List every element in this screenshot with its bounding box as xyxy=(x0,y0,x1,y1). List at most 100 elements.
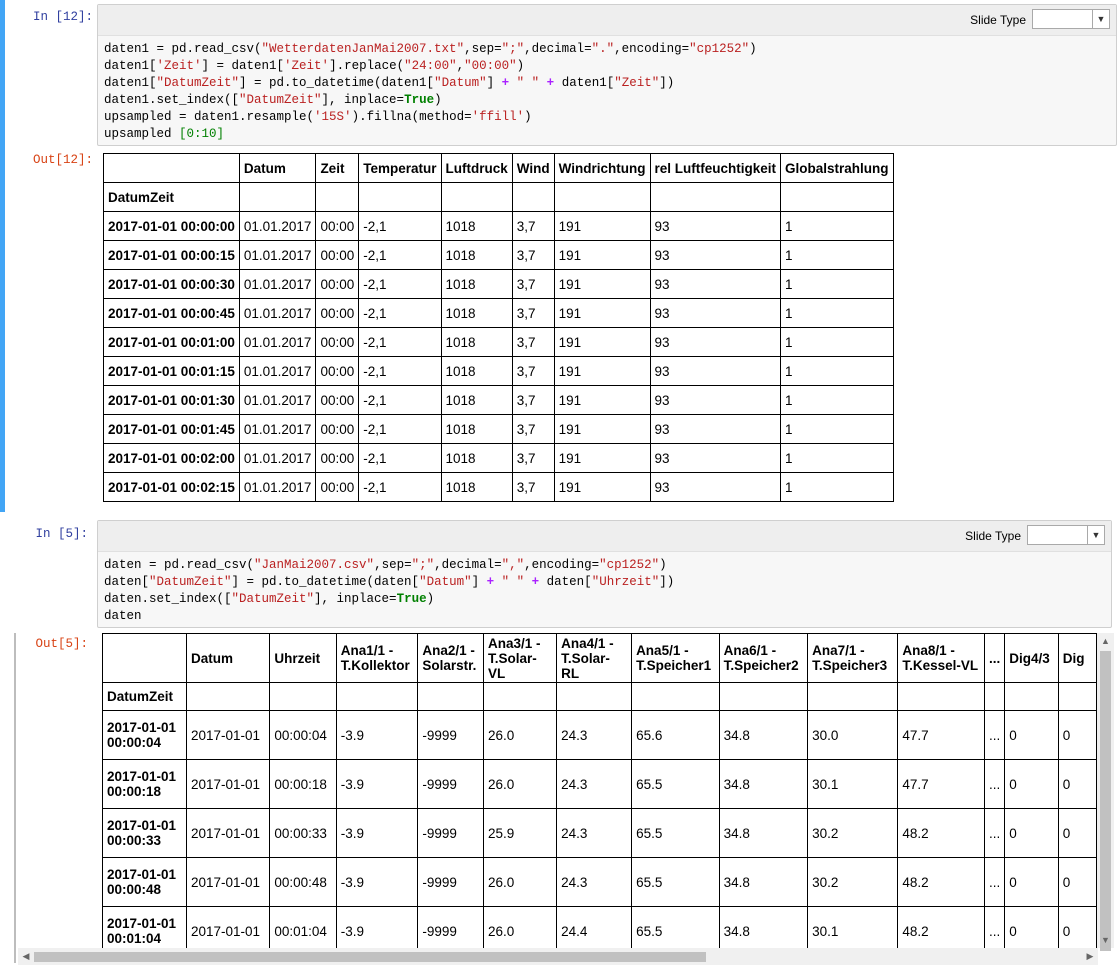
code-input-area[interactable]: Slide Type ▼ daten = pd.read_csv("JanMai… xyxy=(97,520,1112,628)
table-cell: -3.9 xyxy=(335,808,419,858)
code-token: ].replace( xyxy=(329,59,405,73)
table-cell: 93 xyxy=(649,472,782,502)
table-cell: 0 xyxy=(1004,759,1059,809)
row-index: 2017-01-01 00:00:45 xyxy=(103,298,240,328)
code-token: '15S' xyxy=(314,110,352,124)
table-cell: 01.01.2017 xyxy=(238,443,317,473)
index-name: DatumZeit xyxy=(103,182,240,212)
empty-header-cell xyxy=(511,182,555,212)
column-header: Ana8/1 - T.Kessel-VL xyxy=(897,633,986,683)
code-token: "cp1252" xyxy=(689,42,750,56)
chevron-down-icon: ▼ xyxy=(1087,526,1104,544)
table-cell: 34.8 xyxy=(718,906,809,948)
column-header: ... xyxy=(984,633,1006,683)
code-editor[interactable]: daten1 = pd.read_csv("WetterdatenJanMai2… xyxy=(104,41,1110,143)
slide-type-select[interactable]: ▼ xyxy=(1032,9,1110,29)
table-cell: 00:00 xyxy=(315,443,360,473)
scroll-up-icon[interactable]: ▲ xyxy=(1097,633,1114,649)
empty-header-cell xyxy=(417,682,484,711)
column-header: Windrichtung xyxy=(553,153,651,183)
code-token: daten[ xyxy=(104,575,150,589)
code-token: daten.set_index([ xyxy=(104,592,232,606)
column-header: Ana5/1 - T.Speicher1 xyxy=(631,633,720,683)
code-token: ], inplace= xyxy=(314,592,397,606)
table-cell: 26.0 xyxy=(482,906,558,948)
output-prompt: Out[12]: xyxy=(32,153,93,167)
table-cell: 26.0 xyxy=(482,710,558,760)
table-cell: 93 xyxy=(649,356,782,386)
table-row: 2017-01-01 00:01:45 01.01.2017 00:00 -2,1 10… xyxy=(103,414,894,444)
code-token: "Uhrzeit" xyxy=(591,575,660,589)
table-cell: 00:01:04 xyxy=(269,906,337,948)
code-token: ] xyxy=(486,76,502,90)
index-name: DatumZeit xyxy=(102,682,187,711)
table-cell: 191 xyxy=(553,472,651,502)
code-token: 'Zeit' xyxy=(284,59,330,73)
output-scroll-area[interactable]: Datum Uhrzeit Ana1/1 - T.Kollektor Ana2/1 -… xyxy=(102,633,1097,948)
code-token: "DatumZeit" xyxy=(231,592,315,606)
table-cell: 00:00:33 xyxy=(269,808,337,858)
row-index: 2017-01-01 00:00:04 xyxy=(102,710,187,760)
vertical-scrollbar[interactable]: ▲ ▼ xyxy=(1097,633,1114,951)
table-cell: 2017-01-01 xyxy=(185,759,271,809)
table-cell: 01.01.2017 xyxy=(238,356,317,386)
scroll-down-icon[interactable]: ▼ xyxy=(1097,932,1114,948)
table-cell: 00:00 xyxy=(315,298,360,328)
code-line: daten.set_index(["DatumZeit"], inplace=T… xyxy=(104,591,1105,608)
code-token: daten1[ xyxy=(554,76,615,90)
table-cell: 0 xyxy=(1057,857,1097,907)
notebook-cell-12[interactable]: In [12]: Slide Type ▼ daten1 = pd.read_c… xyxy=(0,0,1117,512)
scroll-right-icon[interactable]: ▶ xyxy=(1082,948,1098,965)
table-cell: -2,1 xyxy=(358,240,442,270)
table-cell: 1018 xyxy=(440,414,513,444)
row-index: 2017-01-01 00:01:15 xyxy=(103,356,240,386)
table-row: 2017-01-01 00:01:15 01.01.2017 00:00 -2,1 10… xyxy=(103,356,894,386)
index-name-row: DatumZeit xyxy=(102,682,1097,711)
code-line: daten xyxy=(104,608,1105,625)
header-row: Datum Zeit Temperatur Luftdruck Wind Windrich… xyxy=(103,153,894,183)
code-editor[interactable]: daten = pd.read_csv("JanMai2007.csv",sep… xyxy=(104,557,1105,625)
column-header: Globalstrahlung xyxy=(780,153,894,183)
code-token: "." xyxy=(591,42,615,56)
table-row: 2017-01-01 00:02:15 01.01.2017 00:00 -2,1 10… xyxy=(103,472,894,502)
table-cell: 1 xyxy=(780,327,894,357)
table-cell: 01.01.2017 xyxy=(238,414,317,444)
table-cell: 00:00 xyxy=(315,327,360,357)
horizontal-scrollbar[interactable]: ◀ ▶ xyxy=(18,948,1098,965)
code-token: 'Zeit' xyxy=(156,59,202,73)
table-cell: 1018 xyxy=(440,385,513,415)
empty-header-cell xyxy=(631,682,720,711)
slide-type-select[interactable]: ▼ xyxy=(1027,525,1105,545)
table-cell: -2,1 xyxy=(358,211,442,241)
table-cell: 191 xyxy=(553,356,651,386)
table-cell: 3,7 xyxy=(511,269,555,299)
table-row: 2017-01-01 00:00:15 01.01.2017 00:00 -2,1 10… xyxy=(103,240,894,270)
table-cell: 3,7 xyxy=(511,211,555,241)
table-cell: 1018 xyxy=(440,327,513,357)
empty-header-cell xyxy=(553,182,651,212)
scrollbar-thumb[interactable] xyxy=(34,952,706,962)
dataframe-output: Datum Uhrzeit Ana1/1 - T.Kollektor Ana2/1 -… xyxy=(102,633,1097,948)
table-cell: 25.9 xyxy=(482,808,558,858)
table-cell: 1018 xyxy=(440,356,513,386)
scrollbar-thumb[interactable] xyxy=(1100,651,1111,951)
code-token: "Zeit" xyxy=(614,76,660,90)
code-token: ,decimal= xyxy=(434,558,502,572)
column-header: Uhrzeit xyxy=(269,633,337,683)
empty-header-cell xyxy=(897,682,986,711)
table-cell: -3.9 xyxy=(335,710,419,760)
code-token: " " xyxy=(501,575,525,589)
code-input-area[interactable]: Slide Type ▼ daten1 = pd.read_csv("Wette… xyxy=(97,4,1117,146)
code-token: upsampled xyxy=(104,127,180,141)
header-row: Datum Uhrzeit Ana1/1 - T.Kollektor Ana2/1 -… xyxy=(102,633,1097,683)
slide-type-label: Slide Type xyxy=(965,529,1021,543)
code-token: True xyxy=(404,93,435,107)
row-index: 2017-01-01 00:01:04 xyxy=(102,906,187,948)
notebook-cell-5[interactable]: In [5]: Slide Type ▼ daten = pd.read_csv… xyxy=(0,515,1117,965)
table-cell: 191 xyxy=(553,298,651,328)
scroll-left-icon[interactable]: ◀ xyxy=(18,948,34,965)
table-cell: 01.01.2017 xyxy=(238,240,317,270)
code-token: ";" xyxy=(411,558,435,572)
